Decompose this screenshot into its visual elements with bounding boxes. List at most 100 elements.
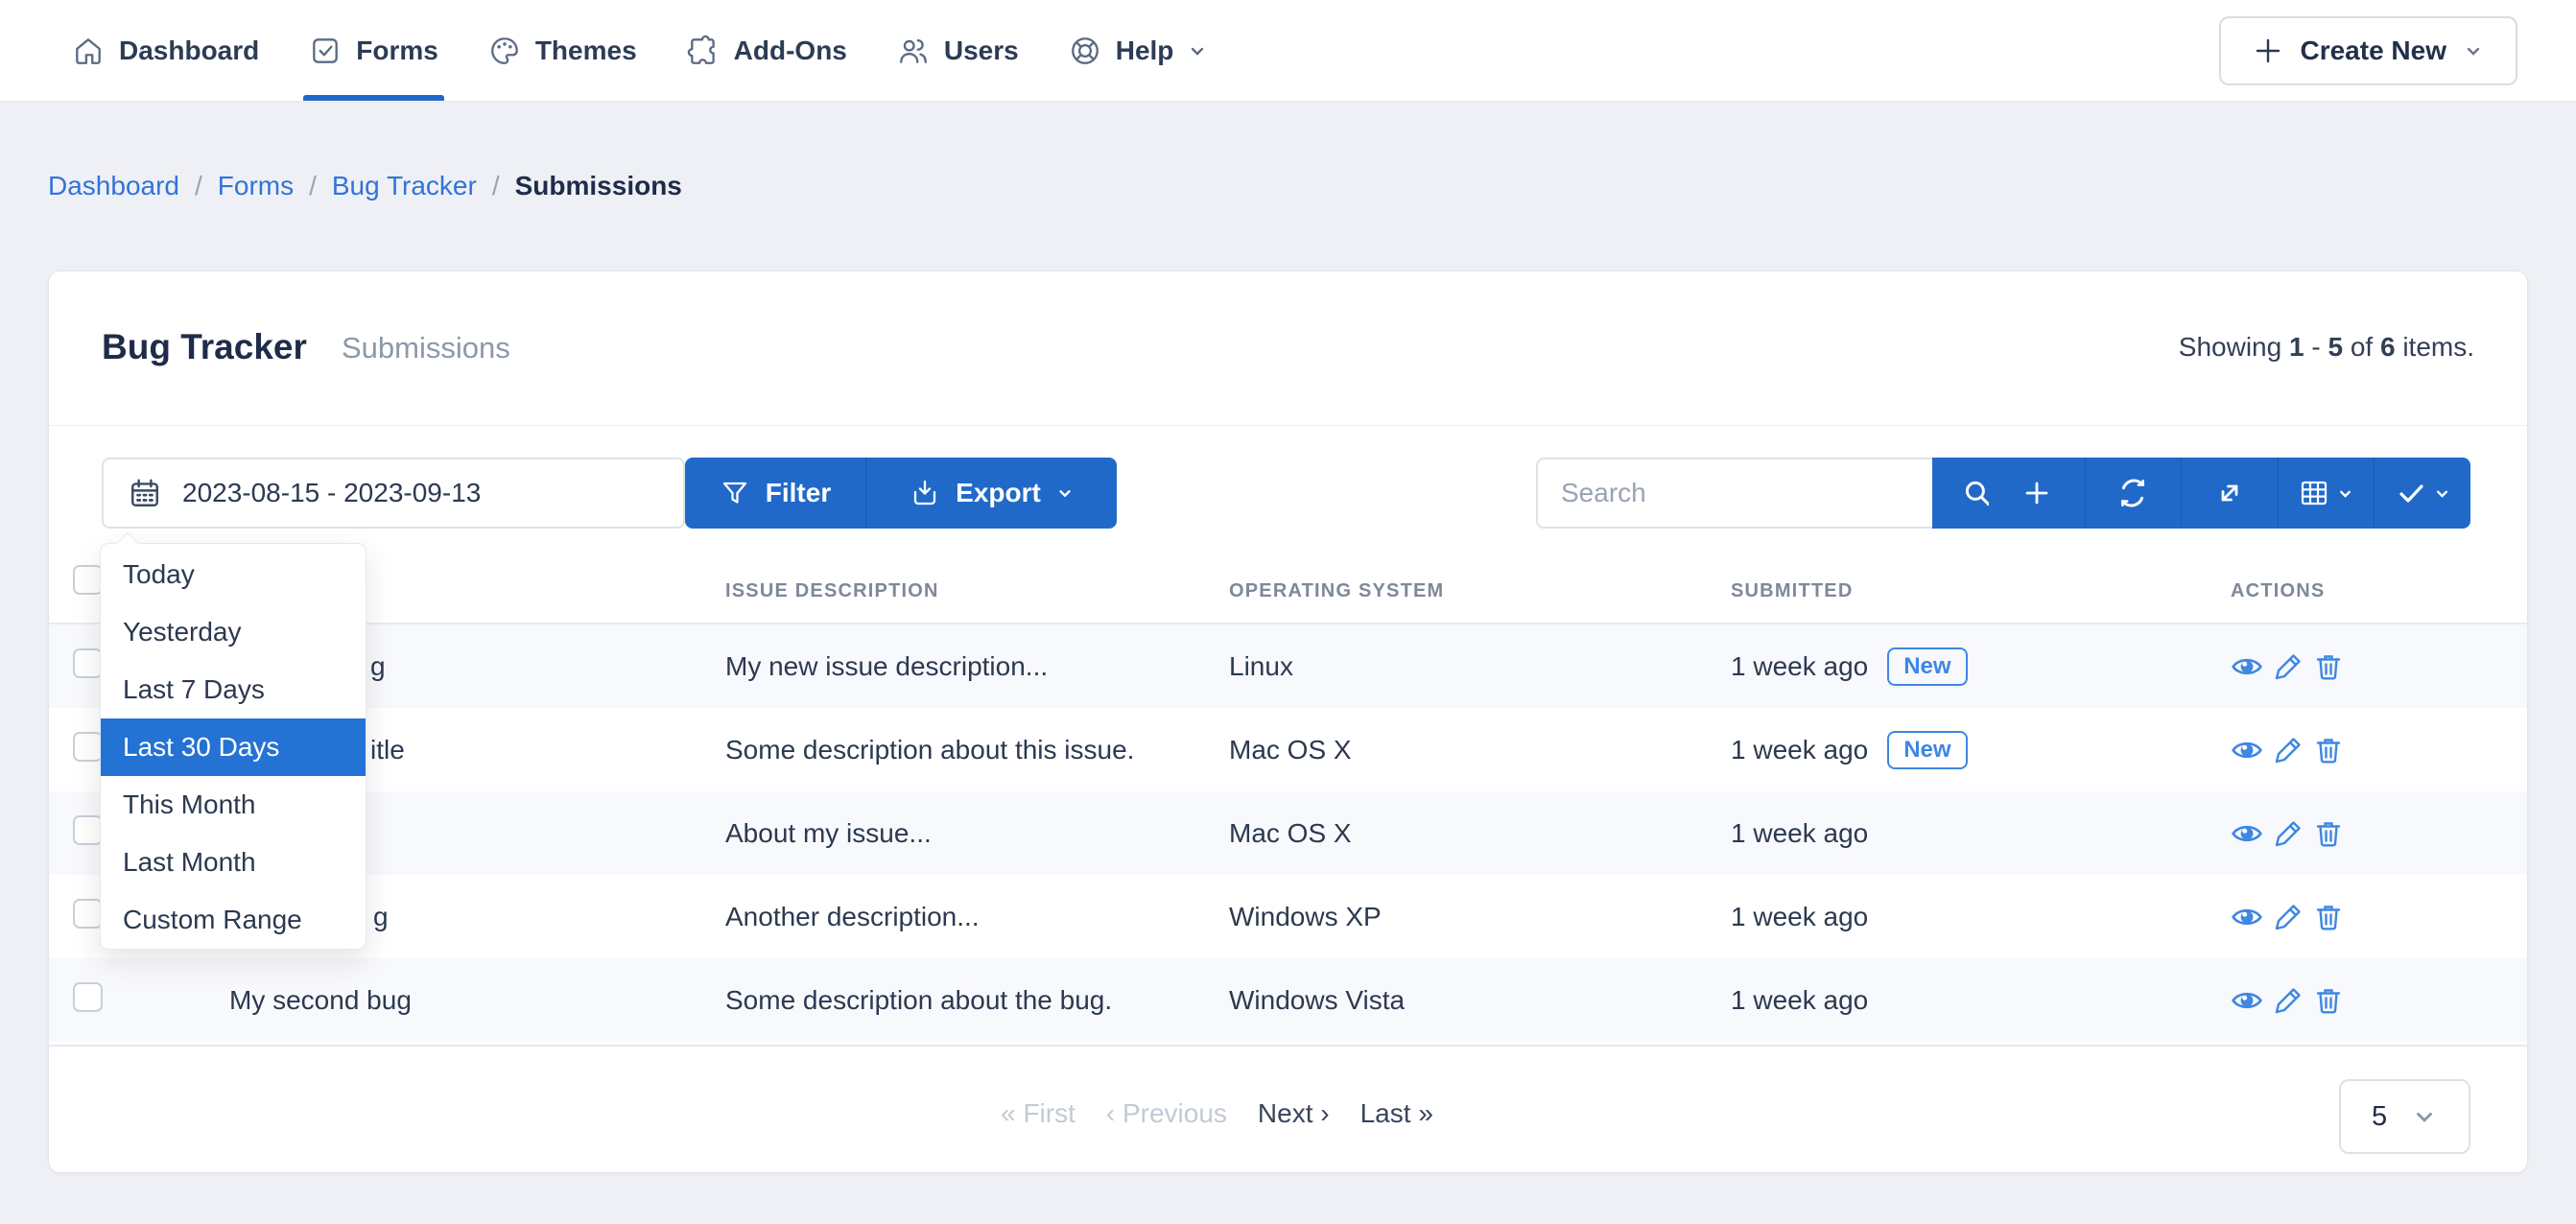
menu-item-today[interactable]: Today bbox=[101, 546, 366, 603]
cell-operating-system: Windows XP bbox=[1229, 902, 1382, 932]
top-navbar: Dashboard Forms Themes Add-Ons Users Hel… bbox=[0, 0, 2576, 103]
cell-issue-description: About my issue... bbox=[725, 818, 932, 849]
col-header-actions: ACTIONS bbox=[2231, 580, 2325, 602]
menu-item-last-30-days[interactable]: Last 30 Days bbox=[101, 718, 366, 776]
showing-total: 6 bbox=[2380, 332, 2396, 362]
cell-issue-description: Another description... bbox=[725, 902, 980, 932]
breadcrumb-link-dashboard[interactable]: Dashboard bbox=[48, 171, 179, 201]
breadcrumb-link-bug-tracker[interactable]: Bug Tracker bbox=[332, 171, 477, 201]
nav-item-forms[interactable]: Forms bbox=[309, 0, 438, 101]
menu-item-last-7-days[interactable]: Last 7 Days bbox=[101, 661, 366, 718]
menu-item-custom-range[interactable]: Custom Range bbox=[101, 891, 366, 949]
cell-submitted: 1 week ago New bbox=[1731, 731, 1968, 769]
menu-item-last-month[interactable]: Last Month bbox=[101, 834, 366, 891]
filter-button[interactable]: Filter bbox=[685, 458, 865, 529]
view-icon[interactable] bbox=[2231, 901, 2263, 933]
breadcrumb-link-forms[interactable]: Forms bbox=[218, 171, 294, 201]
table-row: g Another description... Windows XP 1 we… bbox=[49, 875, 2527, 958]
edit-icon[interactable] bbox=[2273, 902, 2304, 932]
pagination-first: « First bbox=[1001, 1098, 1075, 1129]
edit-icon[interactable] bbox=[2273, 818, 2304, 849]
table-row: itle Some description about this issue. … bbox=[49, 708, 2527, 791]
delete-icon[interactable] bbox=[2313, 985, 2344, 1016]
menu-item-yesterday[interactable]: Yesterday bbox=[101, 603, 366, 661]
menu-item-this-month[interactable]: This Month bbox=[101, 776, 366, 834]
add-entry-button[interactable] bbox=[1989, 458, 2085, 529]
nav-item-users[interactable]: Users bbox=[897, 0, 1019, 101]
create-new-label: Create New bbox=[2300, 35, 2446, 66]
per-page-select[interactable]: 5 bbox=[2339, 1079, 2470, 1154]
select-all-checkbox[interactable] bbox=[73, 565, 103, 595]
create-new-button[interactable]: Create New bbox=[2219, 16, 2517, 85]
check-icon bbox=[2396, 478, 2426, 508]
export-icon bbox=[910, 478, 940, 508]
status-badge: New bbox=[1887, 647, 1967, 686]
row-checkbox[interactable] bbox=[73, 815, 103, 845]
refresh-icon bbox=[2116, 477, 2149, 509]
delete-icon[interactable] bbox=[2313, 651, 2344, 682]
edit-icon[interactable] bbox=[2273, 985, 2304, 1016]
search-input[interactable] bbox=[1536, 458, 1932, 529]
row-checkbox[interactable] bbox=[73, 648, 103, 678]
view-icon[interactable] bbox=[2231, 817, 2263, 850]
page-subtitle: Submissions bbox=[342, 331, 510, 365]
pagination-last[interactable]: Last » bbox=[1360, 1098, 1433, 1129]
columns-button[interactable] bbox=[2278, 458, 2375, 529]
fullscreen-button[interactable] bbox=[2181, 458, 2278, 529]
date-range-field[interactable]: 2023-08-15 - 2023-09-13 bbox=[102, 458, 685, 529]
submitted-time: 1 week ago bbox=[1731, 902, 1868, 932]
cell-submitted: 1 week ago New bbox=[1731, 647, 1968, 686]
card-header: Bug Tracker Submissions Showing 1 - 5 of… bbox=[49, 271, 2527, 426]
filter-export-group: Filter Export bbox=[685, 458, 1117, 529]
showing-summary: Showing 1 - 5 of 6 items. bbox=[2179, 332, 2474, 363]
row-checkbox[interactable] bbox=[73, 732, 103, 762]
puzzle-icon bbox=[687, 35, 720, 67]
col-header-issue-description[interactable]: ISSUE DESCRIPTION bbox=[725, 580, 939, 602]
pagination-next[interactable]: Next › bbox=[1258, 1098, 1330, 1129]
delete-icon[interactable] bbox=[2313, 818, 2344, 849]
funnel-icon bbox=[720, 478, 750, 508]
showing-suffix: items. bbox=[2402, 332, 2474, 362]
per-page-value: 5 bbox=[2372, 1101, 2387, 1133]
row-actions bbox=[2231, 817, 2344, 850]
cell-bug-title: My second bug bbox=[229, 985, 412, 1016]
cell-submitted: 1 week ago bbox=[1731, 985, 1868, 1016]
edit-icon[interactable] bbox=[2273, 651, 2304, 682]
filter-label: Filter bbox=[766, 478, 831, 508]
nav-item-addons[interactable]: Add-Ons bbox=[687, 0, 847, 101]
showing-dash: - bbox=[2311, 332, 2320, 362]
col-header-operating-system[interactable]: OPERATING SYSTEM bbox=[1229, 580, 1444, 602]
showing-of: of bbox=[2351, 332, 2373, 362]
chevron-down-icon bbox=[1188, 41, 1207, 60]
check-square-icon bbox=[309, 35, 342, 67]
view-icon[interactable] bbox=[2231, 734, 2263, 766]
breadcrumb: Dashboard / Forms / Bug Tracker / Submis… bbox=[48, 171, 682, 201]
edit-icon[interactable] bbox=[2273, 735, 2304, 765]
refresh-button[interactable] bbox=[2085, 458, 2182, 529]
status-badge: New bbox=[1887, 731, 1967, 769]
view-icon[interactable] bbox=[2231, 650, 2263, 683]
breadcrumb-separator: / bbox=[492, 171, 500, 201]
delete-icon[interactable] bbox=[2313, 735, 2344, 765]
view-icon[interactable] bbox=[2231, 984, 2263, 1017]
users-icon bbox=[897, 35, 930, 67]
nav-item-themes[interactable]: Themes bbox=[488, 0, 637, 101]
nav-label: Themes bbox=[535, 35, 637, 66]
nav-item-help[interactable]: Help bbox=[1069, 0, 1208, 101]
breadcrumb-separator: / bbox=[195, 171, 202, 201]
bulk-select-button[interactable] bbox=[2374, 458, 2470, 529]
plus-icon bbox=[2254, 36, 2282, 65]
nav-item-dashboard[interactable]: Dashboard bbox=[72, 0, 259, 101]
row-actions bbox=[2231, 650, 2344, 683]
nav-label: Users bbox=[944, 35, 1019, 66]
col-header-submitted[interactable]: SUBMITTED bbox=[1731, 580, 1853, 602]
breadcrumb-current: Submissions bbox=[515, 171, 682, 201]
export-label: Export bbox=[956, 478, 1041, 508]
home-icon bbox=[72, 35, 105, 67]
submitted-time: 1 week ago bbox=[1731, 735, 1868, 765]
row-checkbox[interactable] bbox=[73, 899, 103, 929]
delete-icon[interactable] bbox=[2313, 902, 2344, 932]
row-checkbox[interactable] bbox=[73, 982, 103, 1012]
row-actions bbox=[2231, 984, 2344, 1017]
export-button[interactable]: Export bbox=[865, 458, 1117, 529]
